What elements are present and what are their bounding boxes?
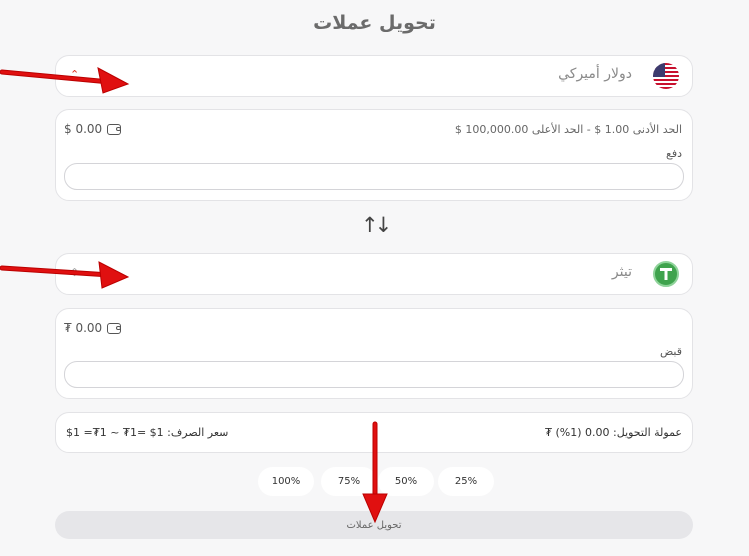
- pay-label: دفع: [665, 147, 682, 160]
- balance-value: ₮ 0.00: [64, 321, 103, 335]
- to-balance: ₮ 0.00: [64, 321, 122, 335]
- annotation-arrow-icon: [0, 261, 130, 289]
- limits-text: الحد الأدنى 1.00 $ - الحد الأعلى 100,000…: [454, 123, 682, 136]
- wallet-icon: [107, 123, 122, 135]
- from-amount-card: الحد الأدنى 1.00 $ - الحد الأعلى 100,000…: [55, 109, 693, 201]
- pct-100-button[interactable]: 100%: [258, 467, 314, 496]
- annotation-arrow-icon: [362, 421, 388, 524]
- swap-arrows-icon[interactable]: ↑↓: [361, 213, 392, 237]
- wallet-icon: [107, 322, 122, 334]
- from-currency-select[interactable]: دولار أميركي ⌃: [55, 55, 693, 97]
- to-currency-select[interactable]: تيثر ⇕: [55, 253, 693, 295]
- tether-logo-icon: [653, 261, 679, 287]
- from-currency-name: دولار أميركي: [558, 66, 632, 82]
- pct-25-button[interactable]: 25%: [438, 467, 494, 496]
- fee-text: عمولة التحويل: 0.00 (1%) ₮: [544, 426, 682, 439]
- us-flag-icon: [653, 63, 679, 89]
- from-balance: $ 0.00: [64, 122, 122, 136]
- annotation-arrow-icon: [0, 67, 130, 94]
- page-title: تحويل عملات: [313, 12, 436, 34]
- receive-amount-input[interactable]: [64, 361, 684, 388]
- exchange-rate-text: سعر الصرف: 1$ =1₮ ~ 1₮= 1$: [66, 426, 229, 439]
- to-currency-name: تيثر: [611, 264, 632, 280]
- pay-amount-input[interactable]: [64, 163, 684, 190]
- balance-value: $ 0.00: [64, 122, 103, 136]
- receive-label: قبض: [659, 345, 682, 358]
- to-amount-card: ₮ 0.00 قبض: [55, 308, 693, 399]
